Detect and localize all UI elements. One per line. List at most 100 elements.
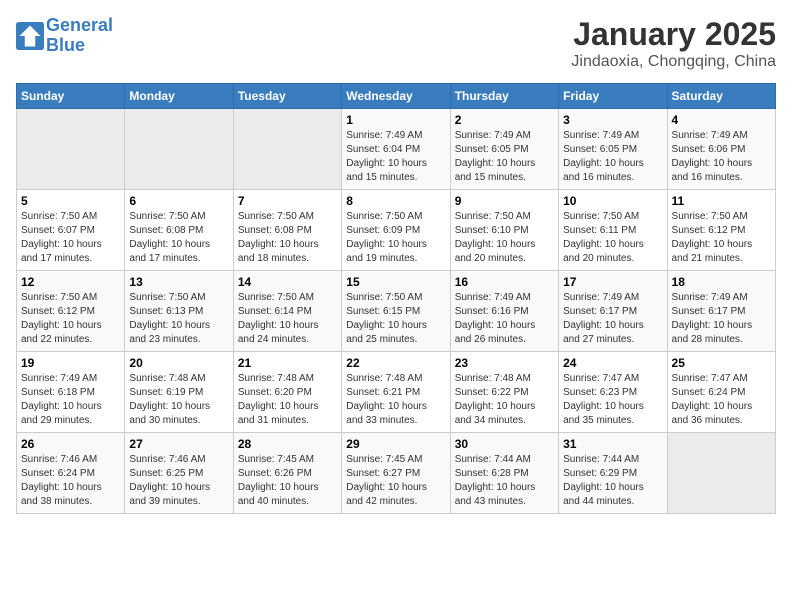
day-number: 7 <box>238 194 337 208</box>
day-info: Sunrise: 7:48 AM Sunset: 6:20 PM Dayligh… <box>238 372 337 428</box>
calendar-cell: 25 Sunrise: 7:47 AM Sunset: 6:24 PM Dayli… <box>667 352 775 433</box>
calendar-cell <box>17 109 125 190</box>
day-info: Sunrise: 7:50 AM Sunset: 6:09 PM Dayligh… <box>346 210 445 266</box>
day-info: Sunrise: 7:50 AM Sunset: 6:11 PM Dayligh… <box>563 210 662 266</box>
calendar-cell: 2 Sunrise: 7:49 AM Sunset: 6:05 PM Daylig… <box>450 109 558 190</box>
day-info: Sunrise: 7:44 AM Sunset: 6:28 PM Dayligh… <box>455 453 554 509</box>
day-number: 19 <box>21 356 120 370</box>
day-number: 26 <box>21 437 120 451</box>
calendar-cell: 23Sunrise: 7:48 AM Sunset: 6:22 PM Dayli… <box>450 352 558 433</box>
calendar-cell: 29Sunrise: 7:45 AM Sunset: 6:27 PM Dayli… <box>342 433 450 514</box>
day-info: Sunrise: 7:49 AM Sunset: 6:18 PM Dayligh… <box>21 372 120 428</box>
day-number: 12 <box>21 275 120 289</box>
day-number: 13 <box>129 275 228 289</box>
calendar-cell: 4 Sunrise: 7:49 AM Sunset: 6:06 PM Daylig… <box>667 109 775 190</box>
weekday-header-monday: Monday <box>125 84 233 109</box>
calendar-cell: 11Sunrise: 7:50 AM Sunset: 6:12 PM Dayli… <box>667 190 775 271</box>
day-number: 31 <box>563 437 662 451</box>
calendar-cell: 18Sunrise: 7:49 AM Sunset: 6:17 PM Dayli… <box>667 271 775 352</box>
day-number: 9 <box>455 194 554 208</box>
calendar-cell: 13 Sunrise: 7:50 AM Sunset: 6:13 PM Dayli… <box>125 271 233 352</box>
day-info: Sunrise: 7:49 AM Sunset: 6:05 PM Dayligh… <box>563 129 662 185</box>
logo-line1: General <box>46 15 113 35</box>
day-number: 11 <box>672 194 771 208</box>
day-info: Sunrise: 7:48 AM Sunset: 6:19 PM Dayligh… <box>129 372 228 428</box>
calendar-week-3: 12 Sunrise: 7:50 AM Sunset: 6:12 PM Dayli… <box>17 271 776 352</box>
logo-line2: Blue <box>46 35 85 55</box>
weekday-header-sunday: Sunday <box>17 84 125 109</box>
day-info: Sunrise: 7:46 AM Sunset: 6:25 PM Dayligh… <box>129 453 228 509</box>
day-info: Sunrise: 7:50 AM Sunset: 6:13 PM Dayligh… <box>129 291 228 347</box>
day-info: Sunrise: 7:46 AM Sunset: 6:24 PM Dayligh… <box>21 453 120 509</box>
calendar-cell: 1 Sunrise: 7:49 AM Sunset: 6:04 PM Daylig… <box>342 109 450 190</box>
day-info: Sunrise: 7:50 AM Sunset: 6:14 PM Dayligh… <box>238 291 337 347</box>
weekday-header-saturday: Saturday <box>667 84 775 109</box>
calendar-week-2: 5 Sunrise: 7:50 AM Sunset: 6:07 PM Daylig… <box>17 190 776 271</box>
day-number: 28 <box>238 437 337 451</box>
calendar-cell <box>667 433 775 514</box>
day-number: 20 <box>129 356 228 370</box>
day-info: Sunrise: 7:49 AM Sunset: 6:06 PM Dayligh… <box>672 129 771 185</box>
day-number: 24 <box>563 356 662 370</box>
calendar-cell: 3Sunrise: 7:49 AM Sunset: 6:05 PM Daylig… <box>559 109 667 190</box>
day-info: Sunrise: 7:49 AM Sunset: 6:05 PM Dayligh… <box>455 129 554 185</box>
weekday-header-tuesday: Tuesday <box>233 84 341 109</box>
day-number: 30 <box>455 437 554 451</box>
logo: General Blue <box>16 16 113 56</box>
calendar-table: SundayMondayTuesdayWednesdayThursdayFrid… <box>16 83 776 514</box>
day-info: Sunrise: 7:47 AM Sunset: 6:24 PM Dayligh… <box>672 372 771 428</box>
weekday-header-friday: Friday <box>559 84 667 109</box>
day-number: 10 <box>563 194 662 208</box>
calendar-week-5: 26 Sunrise: 7:46 AM Sunset: 6:24 PM Dayli… <box>17 433 776 514</box>
calendar-week-1: 1 Sunrise: 7:49 AM Sunset: 6:04 PM Daylig… <box>17 109 776 190</box>
calendar-cell: 21 Sunrise: 7:48 AM Sunset: 6:20 PM Dayli… <box>233 352 341 433</box>
day-info: Sunrise: 7:45 AM Sunset: 6:27 PM Dayligh… <box>346 453 445 509</box>
day-info: Sunrise: 7:50 AM Sunset: 6:07 PM Dayligh… <box>21 210 120 266</box>
day-number: 22 <box>346 356 445 370</box>
calendar-cell <box>125 109 233 190</box>
calendar-body: 1 Sunrise: 7:49 AM Sunset: 6:04 PM Daylig… <box>17 109 776 514</box>
day-info: Sunrise: 7:48 AM Sunset: 6:21 PM Dayligh… <box>346 372 445 428</box>
title-block: January 2025 Jindaoxia, Chongqing, China <box>571 16 776 71</box>
calendar-cell: 6Sunrise: 7:50 AM Sunset: 6:08 PM Daylig… <box>125 190 233 271</box>
calendar-cell: 19 Sunrise: 7:49 AM Sunset: 6:18 PM Dayli… <box>17 352 125 433</box>
calendar-cell: 15Sunrise: 7:50 AM Sunset: 6:15 PM Dayli… <box>342 271 450 352</box>
calendar-cell: 30 Sunrise: 7:44 AM Sunset: 6:28 PM Dayli… <box>450 433 558 514</box>
calendar-cell: 10 Sunrise: 7:50 AM Sunset: 6:11 PM Dayli… <box>559 190 667 271</box>
day-info: Sunrise: 7:49 AM Sunset: 6:04 PM Dayligh… <box>346 129 445 185</box>
calendar-cell: 27 Sunrise: 7:46 AM Sunset: 6:25 PM Dayli… <box>125 433 233 514</box>
calendar-cell: 24Sunrise: 7:47 AM Sunset: 6:23 PM Dayli… <box>559 352 667 433</box>
logo-icon <box>16 22 44 50</box>
day-number: 4 <box>672 113 771 127</box>
weekday-row: SundayMondayTuesdayWednesdayThursdayFrid… <box>17 84 776 109</box>
day-number: 21 <box>238 356 337 370</box>
day-number: 16 <box>455 275 554 289</box>
weekday-header-wednesday: Wednesday <box>342 84 450 109</box>
day-info: Sunrise: 7:49 AM Sunset: 6:17 PM Dayligh… <box>563 291 662 347</box>
calendar-cell: 9 Sunrise: 7:50 AM Sunset: 6:10 PM Daylig… <box>450 190 558 271</box>
calendar-title: January 2025 <box>571 16 776 53</box>
day-number: 17 <box>563 275 662 289</box>
day-number: 25 <box>672 356 771 370</box>
day-number: 1 <box>346 113 445 127</box>
page-header: General Blue January 2025 Jindaoxia, Cho… <box>16 16 776 71</box>
day-number: 27 <box>129 437 228 451</box>
day-number: 14 <box>238 275 337 289</box>
calendar-subtitle: Jindaoxia, Chongqing, China <box>571 53 776 71</box>
calendar-cell: 20 Sunrise: 7:48 AM Sunset: 6:19 PM Dayli… <box>125 352 233 433</box>
day-info: Sunrise: 7:44 AM Sunset: 6:29 PM Dayligh… <box>563 453 662 509</box>
calendar-cell: 16Sunrise: 7:49 AM Sunset: 6:16 PM Dayli… <box>450 271 558 352</box>
calendar-cell: 14 Sunrise: 7:50 AM Sunset: 6:14 PM Dayli… <box>233 271 341 352</box>
calendar-cell: 26 Sunrise: 7:46 AM Sunset: 6:24 PM Dayli… <box>17 433 125 514</box>
day-number: 2 <box>455 113 554 127</box>
weekday-header-thursday: Thursday <box>450 84 558 109</box>
day-info: Sunrise: 7:48 AM Sunset: 6:22 PM Dayligh… <box>455 372 554 428</box>
calendar-header: SundayMondayTuesdayWednesdayThursdayFrid… <box>17 84 776 109</box>
day-number: 8 <box>346 194 445 208</box>
calendar-cell: 22 Sunrise: 7:48 AM Sunset: 6:21 PM Dayli… <box>342 352 450 433</box>
day-info: Sunrise: 7:50 AM Sunset: 6:12 PM Dayligh… <box>21 291 120 347</box>
day-info: Sunrise: 7:50 AM Sunset: 6:08 PM Dayligh… <box>129 210 228 266</box>
calendar-cell: 31 Sunrise: 7:44 AM Sunset: 6:29 PM Dayli… <box>559 433 667 514</box>
day-info: Sunrise: 7:50 AM Sunset: 6:10 PM Dayligh… <box>455 210 554 266</box>
day-number: 5 <box>21 194 120 208</box>
